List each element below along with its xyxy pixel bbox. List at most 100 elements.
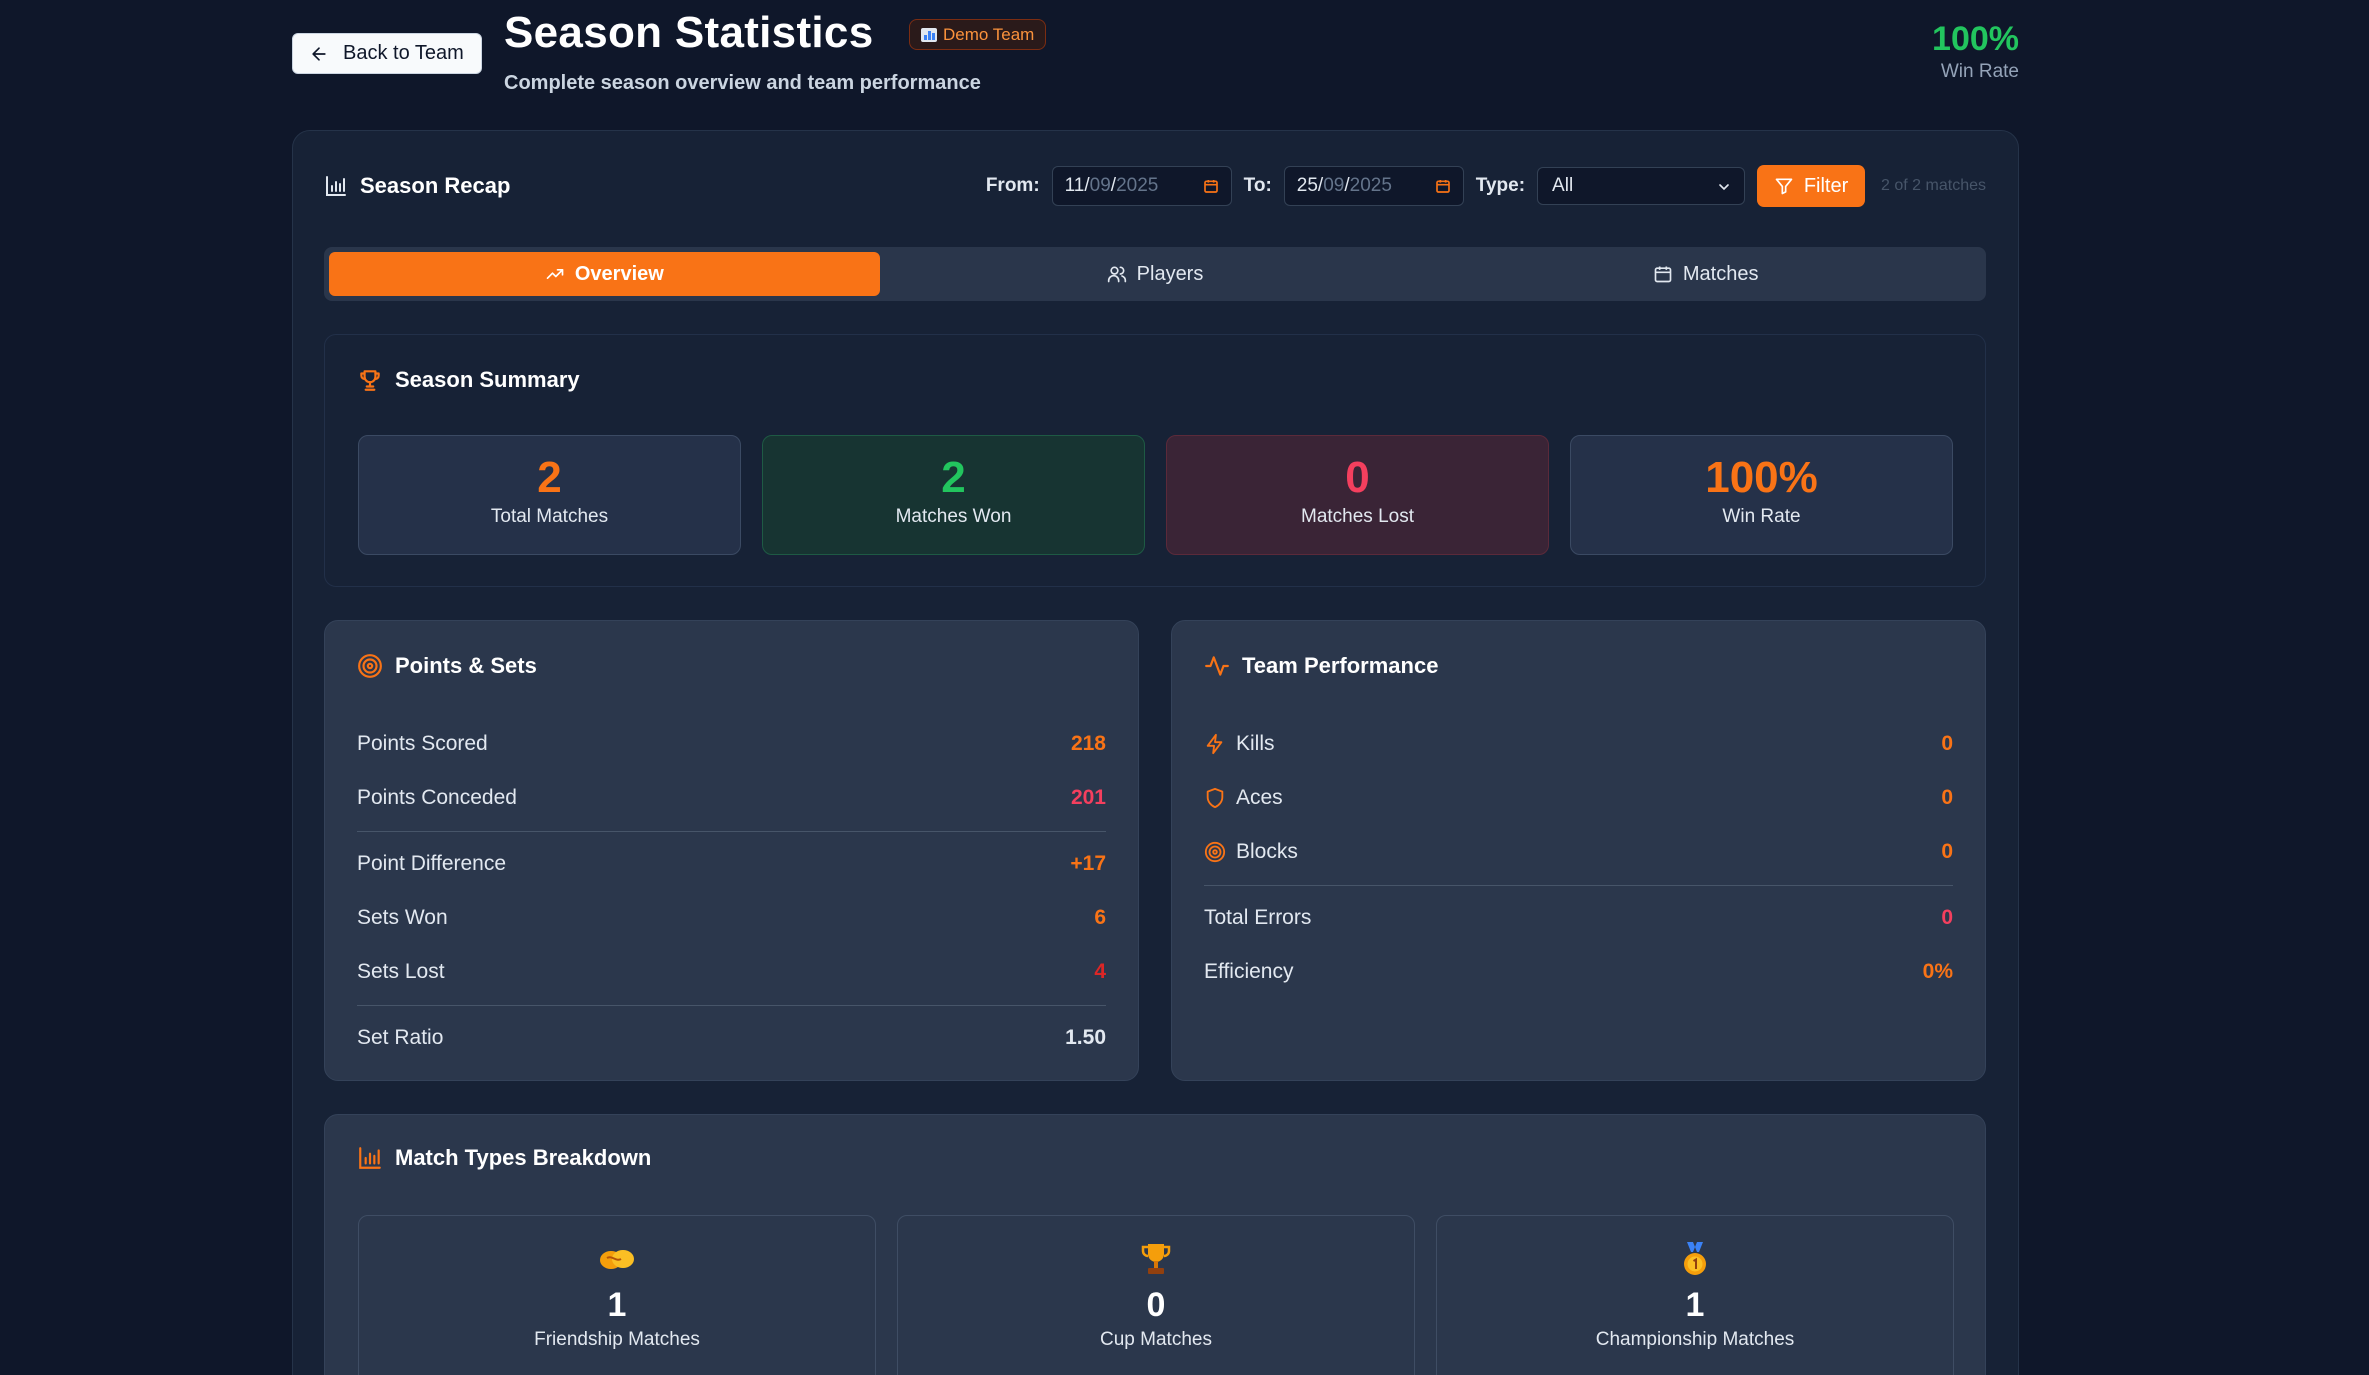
cup-matches-card: 0 Cup Matches [897,1215,1415,1375]
trending-up-icon [546,269,564,279]
bar-chart-icon [326,176,346,196]
season-statistics-page: Back to Team Season Statistics Demo Team… [0,0,2369,1375]
total-errors-label: Total Errors [1204,906,1312,929]
tab-players[interactable]: Players [880,252,1431,296]
matches-won-label: Matches Won [895,506,1012,527]
points-conceded-label: Points Conceded [357,786,517,809]
tab-matches[interactable]: Matches [1430,252,1981,296]
point-difference-value: +17 [1070,852,1106,875]
points-conceded-value: 201 [1070,786,1106,809]
team-performance-title-text: Team Performance [1242,653,1439,678]
points-conceded-row: Points Conceded 201 [357,771,1106,825]
total-errors-row: Total Errors 0 [1204,891,1953,945]
aces-label: Aces [1236,786,1283,809]
friendship-matches-value: 1 [607,1286,627,1324]
season-summary-title-text: Season Summary [395,367,580,392]
bar-chart-icon [359,1147,381,1169]
kills-label-group: Kills [1204,732,1275,756]
total-errors-value: 0 [1941,906,1953,929]
total-matches-card: 2 Total Matches [358,435,741,555]
demo-team-badge: Demo Team [909,19,1047,50]
win-rate-value: 100% [1705,453,1818,502]
championship-matches-label: Championship Matches [1595,1329,1795,1350]
cup-matches-value: 0 [1146,1286,1166,1324]
back-to-team-button[interactable]: Back to Team [292,33,482,74]
points-scored-label: Points Scored [357,732,488,755]
tab-overview[interactable]: Overview [329,252,880,296]
users-icon [1107,266,1126,283]
points-sets-title: Points & Sets [357,653,537,679]
aces-label-group: Aces [1204,786,1283,810]
team-performance-rows: Kills 0 Aces 0 Blocks 0 Total Errors 0 E… [1204,717,1953,999]
efficiency-label: Efficiency [1204,960,1294,983]
friendship-matches-card: 1 Friendship Matches [358,1215,876,1375]
sets-lost-value: 4 [1094,960,1106,983]
efficiency-value: 0% [1922,960,1953,983]
season-summary-title: Season Summary [357,367,580,393]
to-date-input[interactable]: 25/09/2025 [1283,166,1464,206]
arrow-left-icon [312,46,326,61]
to-month: 09 [1323,175,1345,196]
type-select[interactable]: All [1537,167,1746,205]
matches-lost-value: 0 [1345,453,1370,502]
calendar-picker-icon[interactable] [1203,178,1219,194]
trophy-icon [360,370,380,391]
total-matches-value: 2 [537,453,562,502]
to-year: 2025 [1349,175,1392,196]
to-label: To: [1243,175,1272,196]
filter-icon [1775,178,1793,195]
aces-value: 0 [1941,786,1953,809]
points-scored-row: Points Scored 218 [357,717,1106,771]
chevron-down-icon [1719,184,1729,191]
matches-won-card: 2 Matches Won [762,435,1145,555]
match-count: 2 of 2 matches [1881,177,1986,194]
divider [357,1005,1106,1006]
points-sets-title-text: Points & Sets [395,653,537,678]
match-types-title: Match Types Breakdown [357,1145,651,1171]
demo-team-label: Demo Team [943,24,1035,44]
set-ratio-row: Set Ratio 1.50 [357,1011,1106,1065]
recap-title-text: Season Recap [360,173,511,198]
blocks-label-group: Blocks [1204,840,1298,864]
back-to-team-label: Back to Team [343,42,464,64]
set-ratio-label: Set Ratio [357,1026,444,1049]
tab-players-label: Players [1136,262,1204,285]
sets-lost-label: Sets Lost [357,960,445,983]
matches-lost-card: 0 Matches Lost [1166,435,1549,555]
win-rate-card: 100% Win Rate [1570,435,1953,555]
target-icon [358,654,382,678]
match-types-section: Match Types Breakdown 1 Friendship Match… [324,1114,1986,1375]
blocks-label: Blocks [1236,840,1298,863]
match-types-title-text: Match Types Breakdown [395,1145,652,1170]
team-performance-panel: Team Performance Kills 0 Aces 0 Blocks 0… [1171,620,1986,1081]
kills-label: Kills [1236,732,1275,755]
kills-value: 0 [1941,732,1953,755]
team-performance-title: Team Performance [1204,653,1438,679]
calendar-picker-icon[interactable] [1435,178,1451,194]
activity-icon [1205,656,1229,676]
sets-won-label: Sets Won [357,906,448,929]
point-difference-row: Point Difference +17 [357,837,1106,891]
handshake-icon [359,1242,875,1276]
tab-overview-label: Overview [574,262,664,285]
filter-button[interactable]: Filter [1757,165,1866,207]
matches-won-value: 2 [941,453,966,502]
filters: From: 11/09/2025 To: 25/09/2025 Type: Al… [986,165,1986,207]
tab-matches-label: Matches [1682,262,1759,285]
points-sets-rows: Points Scored 218 Points Conceded 201 Po… [357,717,1106,1065]
blocks-value: 0 [1941,840,1953,863]
point-difference-label: Point Difference [357,852,507,875]
cup-matches-label: Cup Matches [1100,1329,1212,1350]
sets-lost-row: Sets Lost 4 [357,945,1106,999]
sets-won-row: Sets Won 6 [357,891,1106,945]
from-date-input[interactable]: 11/09/2025 [1051,166,1232,206]
aces-row: Aces 0 [1204,771,1953,825]
tab-bar: Overview Players Matches [324,247,1986,301]
bar-chart-emoji-icon [921,27,937,42]
from-month: 09 [1089,175,1111,196]
from-year: 2025 [1116,175,1159,196]
set-ratio-value: 1.50 [1065,1026,1106,1049]
page-title: Season Statistics [504,8,874,57]
calendar-icon [1654,266,1672,283]
to-day: 25 [1296,175,1318,196]
